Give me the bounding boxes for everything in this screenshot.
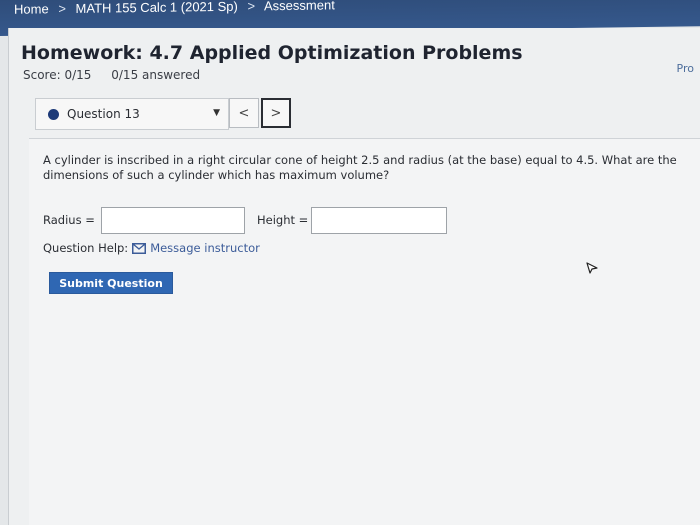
breadcrumb-separator: >	[58, 1, 66, 17]
height-input[interactable]	[311, 207, 447, 234]
previous-question-button[interactable]: <	[229, 98, 259, 128]
question-help-label: Question Help:	[43, 241, 129, 255]
radius-input[interactable]	[101, 207, 245, 234]
right-header-link[interactable]: Pro	[677, 62, 694, 75]
question-selector-label: Question 13	[67, 107, 140, 121]
answered-count: 0/15 answered	[111, 68, 201, 82]
message-instructor-link[interactable]: Message instructor	[132, 241, 260, 255]
envelope-icon	[132, 242, 147, 254]
chevron-left-icon: <	[238, 105, 250, 121]
submit-question-button[interactable]: Submit Question	[49, 272, 173, 294]
question-selector[interactable]: Question 13 ▼	[35, 98, 229, 130]
mouse-pointer-icon	[586, 262, 598, 274]
dropdown-caret-icon: ▼	[213, 108, 220, 118]
score-summary: Score: 0/15 0/15 answered	[23, 68, 200, 82]
next-question-button[interactable]: >	[261, 98, 291, 128]
height-label: Height =	[257, 213, 309, 227]
page-title: Homework: 4.7 Applied Optimization Probl…	[21, 42, 523, 64]
score-text: Score: 0/15	[23, 68, 92, 82]
question-text: A cylinder is inscribed in a right circu…	[43, 153, 677, 182]
chevron-right-icon: >	[270, 105, 282, 121]
assessment-page: Homework: 4.7 Applied Optimization Probl…	[8, 28, 700, 525]
breadcrumb-home[interactable]: Home	[14, 1, 49, 16]
breadcrumb: Home > MATH 155 Calc 1 (2021 Sp) > Asses…	[14, 0, 335, 17]
question-help: Question Help: Message instructor	[43, 241, 260, 255]
breadcrumb-assessment: Assessment	[264, 0, 335, 14]
breadcrumb-separator: >	[247, 0, 256, 14]
breadcrumb-course[interactable]: MATH 155 Calc 1 (2021 Sp)	[76, 0, 238, 16]
message-instructor-label: Message instructor	[150, 241, 260, 255]
radius-label: Radius =	[43, 213, 95, 227]
question-panel: A cylinder is inscribed in a right circu…	[29, 138, 700, 525]
question-status-dot-icon	[48, 108, 59, 120]
